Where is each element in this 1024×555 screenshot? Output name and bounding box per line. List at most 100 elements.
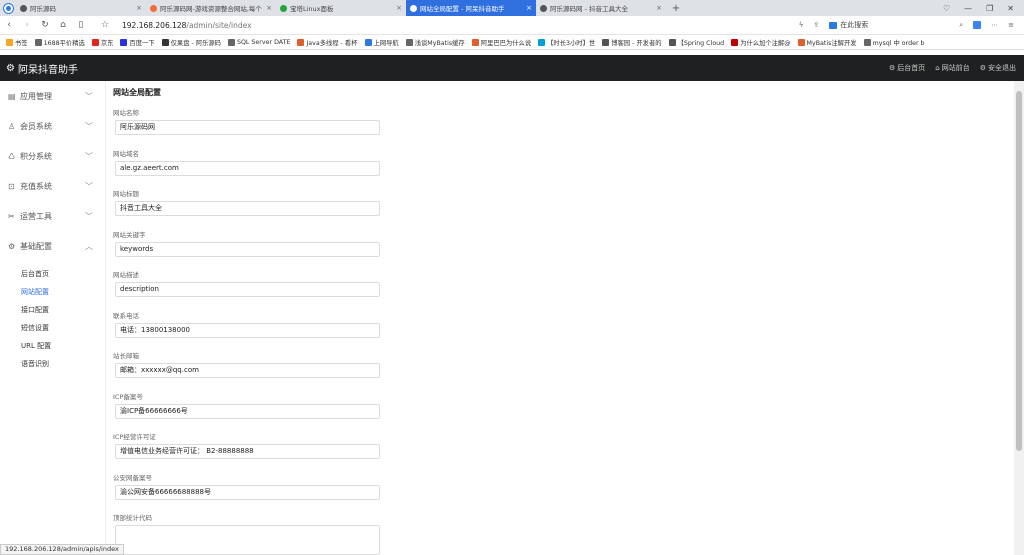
search-box[interactable]: 在此搜索	[829, 20, 949, 30]
sidebar-subitem[interactable]: 接口配置	[0, 301, 105, 319]
tab-title: 阿乐源码	[30, 5, 56, 13]
header-link-logout[interactable]: ⚙ 安全退出	[980, 63, 1016, 73]
sidebar-subitem[interactable]: 语音识别	[0, 355, 105, 373]
reload-icon[interactable]: ↻	[36, 20, 54, 30]
sidebar-submenu: 后台首页 网站配置 接口配置 短信设置 URL 配置 语音识别	[0, 261, 105, 373]
sidebar-group[interactable]: ✂ 运营工具 ﹀	[0, 201, 105, 231]
bookmark-item[interactable]: 【Spring Cloud	[668, 38, 725, 47]
browser-tab[interactable]: 阿乐源码 ×	[16, 0, 146, 16]
back-icon[interactable]: ‹	[0, 20, 18, 30]
share-icon[interactable]: ⇪	[813, 21, 819, 29]
app-brand[interactable]: ⚙ 阿呆抖音助手	[0, 61, 78, 76]
tab-close-icon[interactable]: ×	[136, 4, 142, 12]
header-link-admin-home[interactable]: ⚙ 后台首页	[889, 63, 925, 73]
bookmark-item[interactable]: 百度一下	[120, 38, 155, 47]
menu-icon[interactable]: ≡	[1008, 21, 1014, 29]
home-icon[interactable]: ⌂	[54, 20, 72, 30]
browser-tab[interactable]: 宝塔Linux面板 ×	[276, 0, 406, 16]
sidebar-group[interactable]: ⊡ 充值系统 ﹀	[0, 171, 105, 201]
field-input[interactable]: 阿乐源码网	[115, 120, 380, 135]
field-input[interactable]: description	[115, 282, 380, 297]
restore-button[interactable]: ❐	[986, 4, 993, 13]
bookmark-label: 【Spring Cloud	[677, 39, 725, 47]
app-icon: ▤	[8, 91, 16, 101]
tab-close-icon[interactable]: ×	[526, 4, 532, 12]
sidebar-group[interactable]: ♺ 积分系统 ﹀	[0, 141, 105, 171]
bookmark-item[interactable]: 为什么加个注解@	[731, 38, 791, 47]
reader-icon[interactable]: ▯	[72, 20, 90, 30]
bookmark-favicon-icon	[91, 38, 99, 46]
vertical-scrollbar[interactable]	[1014, 81, 1024, 555]
bookmark-item[interactable]: MyBatis注解开发	[797, 38, 857, 47]
sidebar-subitem[interactable]: 网站配置	[0, 283, 105, 301]
bookmark-item[interactable]: Java多线程 - 看杯	[297, 38, 358, 47]
field-label: 网站域名	[113, 149, 139, 158]
bookmark-item[interactable]: 阿里巴巴为什么说	[471, 38, 532, 47]
bookmark-item[interactable]: SQL Server DATE	[227, 38, 291, 46]
bookmark-label: 书签	[15, 39, 28, 47]
sidebar-subitem[interactable]: URL 配置	[0, 337, 105, 355]
field-input[interactable]: 渝公网安备66666688888号	[115, 484, 380, 500]
browser-tab[interactable]: 阿乐源码网 - 抖音工具大全 ×	[536, 0, 666, 16]
bookmark-item[interactable]: 仅果盘 - 阿乐源码	[161, 38, 221, 47]
field-input[interactable]: 抖音工具大全	[115, 201, 380, 216]
bookmark-item[interactable]: 博客园 - 开发者的	[602, 38, 662, 47]
bookmark-label: 为什么加个注解@	[740, 39, 791, 47]
page-title: 网站全局配置	[113, 88, 161, 97]
field-input[interactable]: 邮箱：xxxxxx@qq.com	[115, 363, 380, 378]
tab-favicon-icon	[20, 4, 27, 12]
address-right-tools: ϟ ⇪ 在此搜索 ⌕ ⋯ ≡	[799, 20, 1024, 30]
field-input[interactable]: 电话：13800138000	[115, 322, 380, 338]
lightning-icon[interactable]: ϟ	[799, 21, 804, 29]
field-label: 公安网备案号	[113, 473, 152, 482]
field-input[interactable]: 渝ICP备66666666号	[115, 403, 380, 419]
bookmark-item[interactable]: 浅谈MyBatis缓存	[405, 38, 465, 47]
sidebar-group[interactable]: ⚙ 基础配置 ︿	[0, 231, 105, 261]
tab-favicon-icon	[410, 4, 417, 12]
bookmark-label: 【时长3小时】世	[547, 39, 596, 47]
scrollbar-thumb[interactable]	[1016, 91, 1022, 451]
sidebar-subitem[interactable]: 短信设置	[0, 319, 105, 337]
bookmark-item[interactable]: mysql 中 order b	[863, 38, 925, 47]
search-engine-icon[interactable]	[829, 21, 838, 29]
chevron-down-icon: ﹀	[85, 181, 93, 191]
field-input[interactable]: ale.gz.aeert.com	[115, 160, 380, 176]
tab-close-icon[interactable]: ×	[266, 4, 272, 12]
favorite-icon[interactable]: ♡	[943, 4, 950, 13]
brand-gear-icon: ⚙	[6, 62, 15, 74]
tab-close-icon[interactable]: ×	[396, 4, 402, 12]
browser-logo-icon[interactable]	[0, 0, 16, 16]
tab-close-icon[interactable]: ×	[656, 4, 662, 12]
bookmark-item[interactable]: 书签	[6, 38, 28, 47]
bookmark-item[interactable]: 【时长3小时】世	[538, 38, 595, 47]
tab-favicon-icon	[150, 4, 157, 12]
more-icon[interactable]: ⋯	[991, 21, 998, 29]
field-label: 顶部统计代码	[113, 514, 152, 522]
star-icon[interactable]: ☆	[96, 20, 114, 30]
forward-icon[interactable]: ›	[18, 20, 36, 30]
chevron-up-icon: ︿	[85, 241, 93, 251]
browser-tab[interactable]: 阿乐源码网-游戏资源整合网站,每个 ×	[146, 0, 276, 16]
sidebar-group[interactable]: ♙ 会员系统 ﹀	[0, 111, 105, 141]
browser-tab[interactable]: 网站全局配置 - 阿呆抖音助手 ×	[406, 0, 536, 16]
bookmark-item[interactable]: 上网导航	[364, 38, 399, 47]
field-label: ICP备案号	[113, 392, 143, 401]
field-input[interactable]: keywords	[115, 241, 380, 257]
bookmark-label: 阿里巴巴为什么说	[480, 39, 532, 47]
extension-icon[interactable]	[973, 21, 982, 29]
stats-code-textarea[interactable]	[115, 525, 380, 555]
minimize-button[interactable]: —	[964, 4, 972, 13]
bookmark-label: SQL Server DATE	[236, 38, 291, 46]
field-label: 网站标题	[113, 190, 139, 198]
sidebar-group[interactable]: ▤ 应用管理 ﹀	[0, 81, 105, 111]
sidebar-group-label: 运营工具	[20, 211, 52, 221]
close-window-button[interactable]: ✕	[1007, 4, 1014, 13]
new-tab-button[interactable]: +	[666, 0, 686, 16]
search-icon[interactable]: ⌕	[959, 21, 963, 30]
bookmark-item[interactable]: 京东	[91, 38, 113, 47]
header-link-frontend[interactable]: ⌂ 网站前台	[935, 63, 969, 73]
sidebar-subitem[interactable]: 后台首页	[0, 265, 105, 283]
bookmark-item[interactable]: 1688平价精选	[34, 38, 85, 47]
url-field[interactable]: 192.168.206.128/admin/site/index	[122, 21, 799, 30]
field-input[interactable]: 增值电信业务经营许可证： B2-88888888	[115, 444, 380, 459]
